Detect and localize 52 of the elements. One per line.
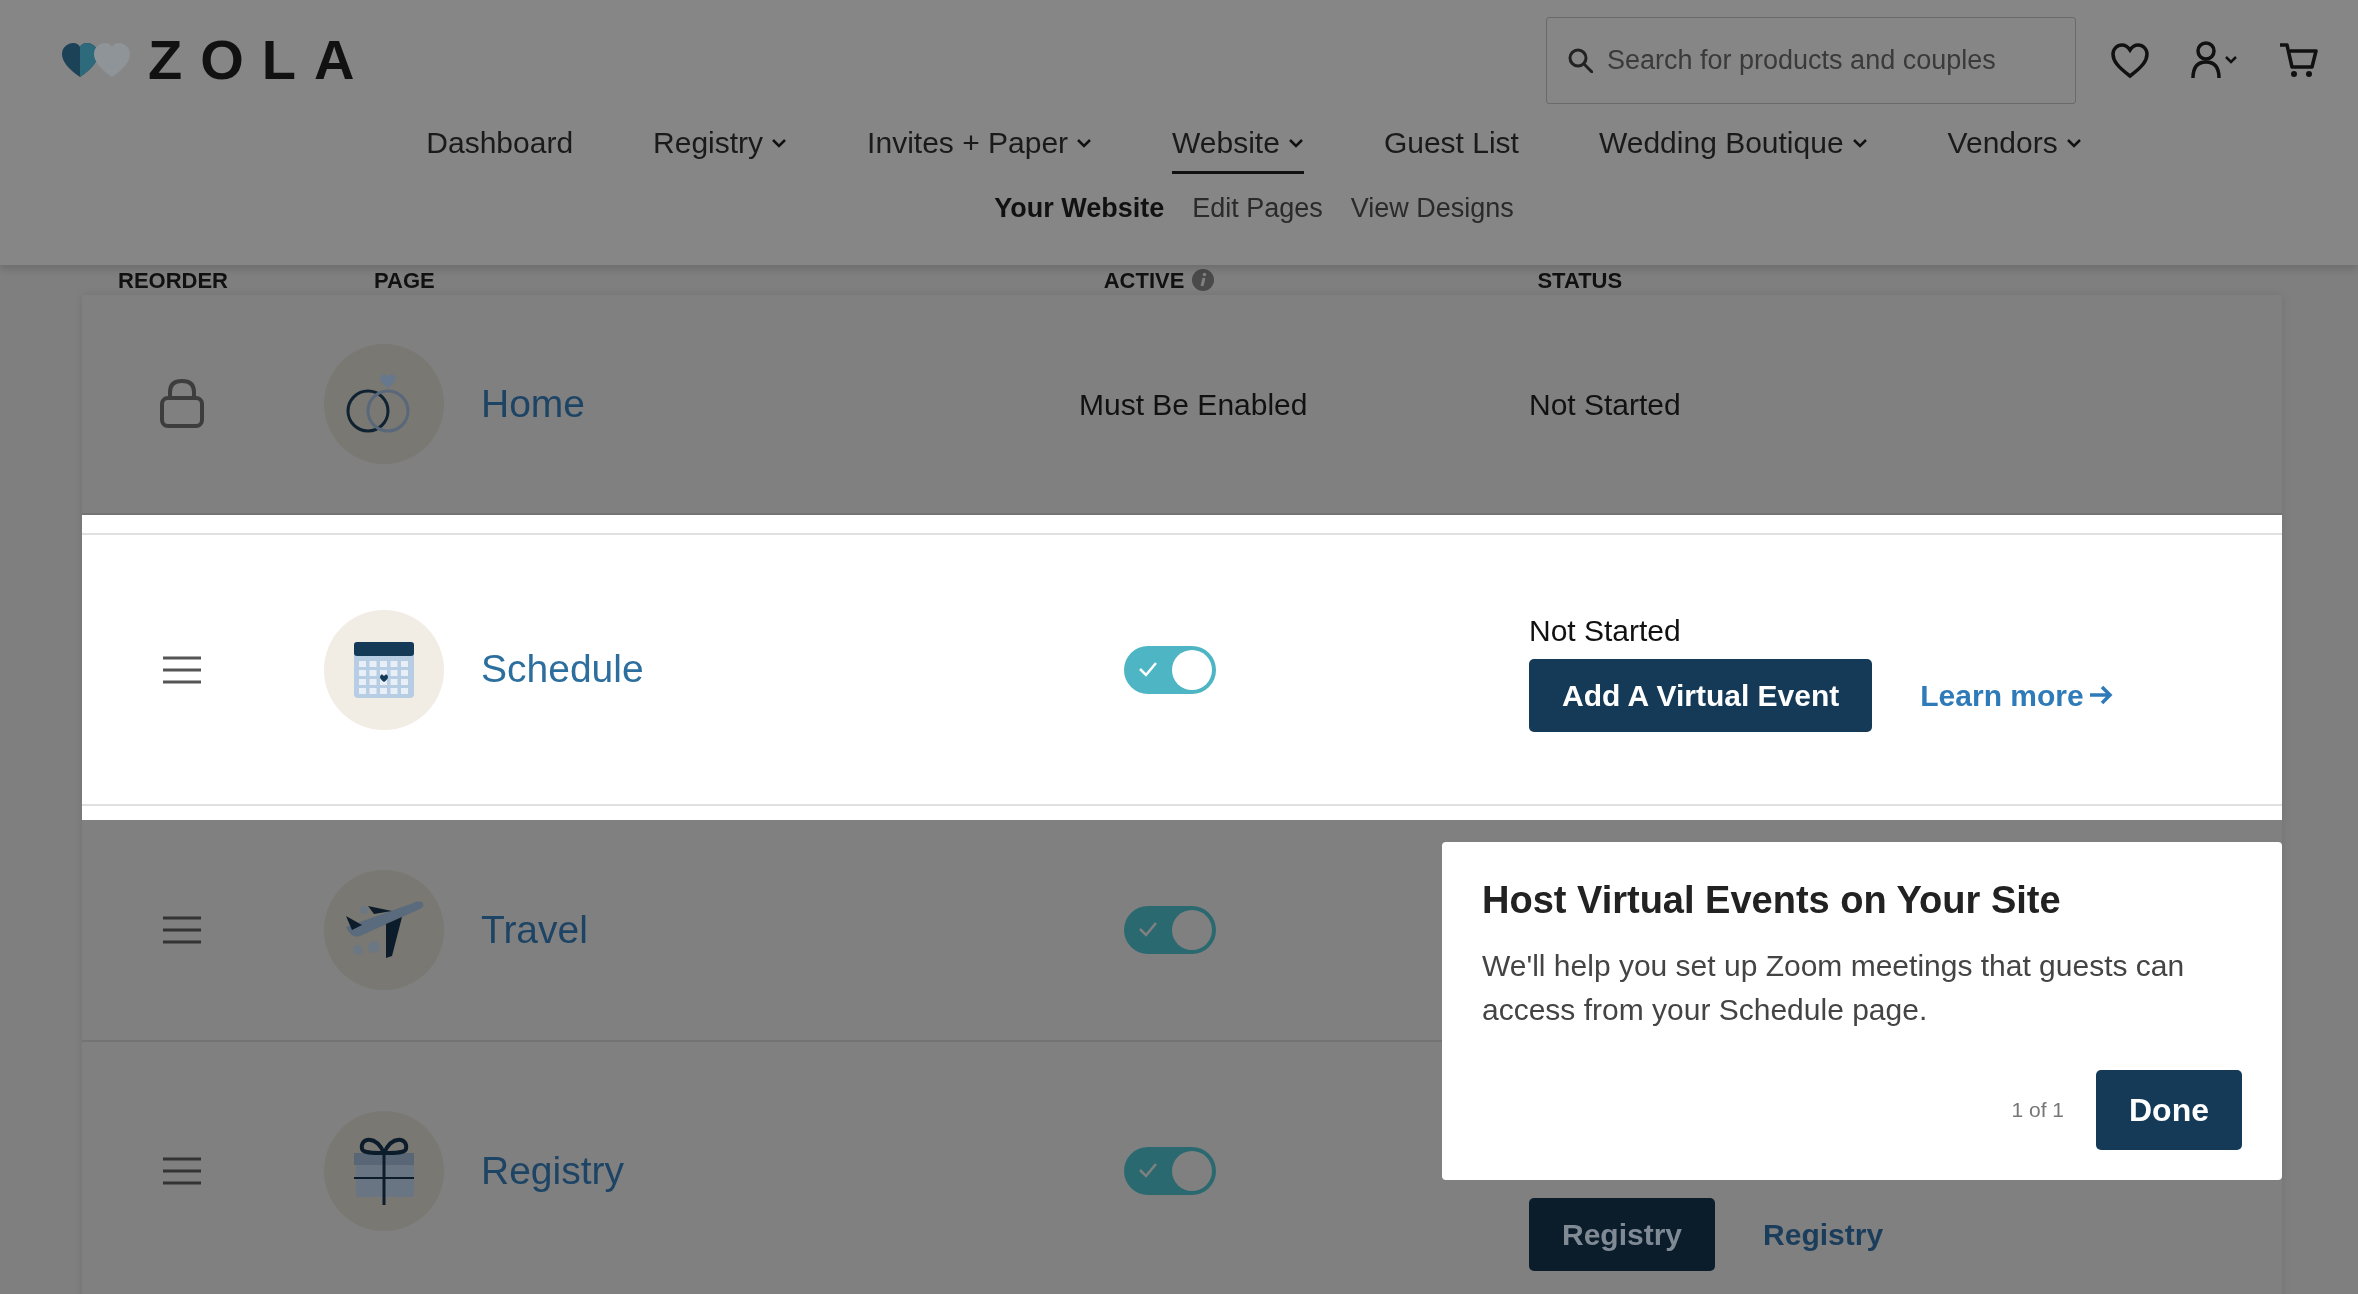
learn-more-link[interactable]: Registry (1763, 1211, 1884, 1257)
step-counter: 1 of 1 (2011, 1097, 2064, 1124)
check-icon (1138, 1161, 1158, 1179)
account-icon[interactable] (2190, 40, 2238, 80)
chevron-down-icon (1076, 136, 1093, 149)
done-button[interactable]: Done (2096, 1070, 2242, 1150)
chevron-down-icon (1287, 136, 1304, 149)
cart-icon[interactable] (2278, 41, 2318, 79)
page-name-link[interactable]: Registry (481, 1148, 625, 1192)
column-header: REORDER (118, 266, 228, 295)
popover-text: We'll help you set up Zoom meetings that guests can access from your Schedule page. (1482, 947, 2186, 1028)
toggle-switch[interactable] (1124, 645, 1216, 694)
logo-hearts-icon[interactable] (60, 41, 132, 79)
nav-tab[interactable]: Wedding Boutique (1598, 120, 1868, 174)
toggle-switch[interactable] (1124, 906, 1216, 954)
nav-tab[interactable]: Vendors (1947, 120, 2082, 174)
nav-tab[interactable]: Guest List (1383, 120, 1519, 174)
chevron-down-icon (1851, 136, 1868, 149)
check-icon (1138, 920, 1158, 938)
logo-wordmark[interactable]: ZOLA (148, 18, 373, 102)
status-text: Not Started (1529, 612, 1682, 649)
subnav-link[interactable]: View Designs (1350, 188, 1514, 229)
search-box[interactable]: Search for products and couples (1546, 16, 2076, 104)
page-name-link[interactable]: Home (481, 381, 586, 425)
subnav-link[interactable]: Edit Pages (1192, 188, 1323, 229)
active-note: Must Be Enabled (1079, 386, 1308, 423)
page-name-link[interactable]: Travel (481, 907, 588, 951)
nav-tab[interactable]: Website (1172, 120, 1304, 174)
action-button[interactable]: Registry (1529, 1197, 1716, 1271)
arrow-right-icon (2087, 683, 2114, 707)
nav-tab[interactable]: Registry (653, 120, 788, 174)
nav-tab[interactable]: Dashboard (426, 120, 574, 174)
drag-handle-icon[interactable] (163, 915, 201, 945)
column-header: ACTIVE (1103, 266, 1185, 295)
popover-title: Host Virtual Events on Your Site (1482, 878, 2062, 923)
page-name-link[interactable]: Schedule (481, 647, 644, 691)
action-button[interactable]: Add A Virtual Event (1529, 658, 1873, 732)
drag-handle-icon[interactable] (163, 1156, 201, 1186)
learn-more-link[interactable]: Learn more (1920, 672, 2114, 718)
subnav-link[interactable]: Your Website (994, 188, 1165, 229)
toggle-switch[interactable] (1124, 1147, 1216, 1195)
column-header: PAGE (374, 266, 435, 295)
info-icon (1192, 269, 1215, 291)
heart-icon[interactable] (2110, 41, 2150, 79)
search-icon (1567, 47, 1593, 73)
status-text: Not Started (1529, 386, 1681, 423)
nav-tab[interactable]: Invites + Paper (867, 120, 1093, 174)
chevron-down-icon (2065, 136, 2082, 149)
search-field[interactable]: Search for products and couples (1605, 17, 2055, 103)
chevron-down-icon (771, 136, 788, 149)
column-header: STATUS (1537, 266, 1623, 295)
drag-handle-icon[interactable] (163, 654, 201, 685)
